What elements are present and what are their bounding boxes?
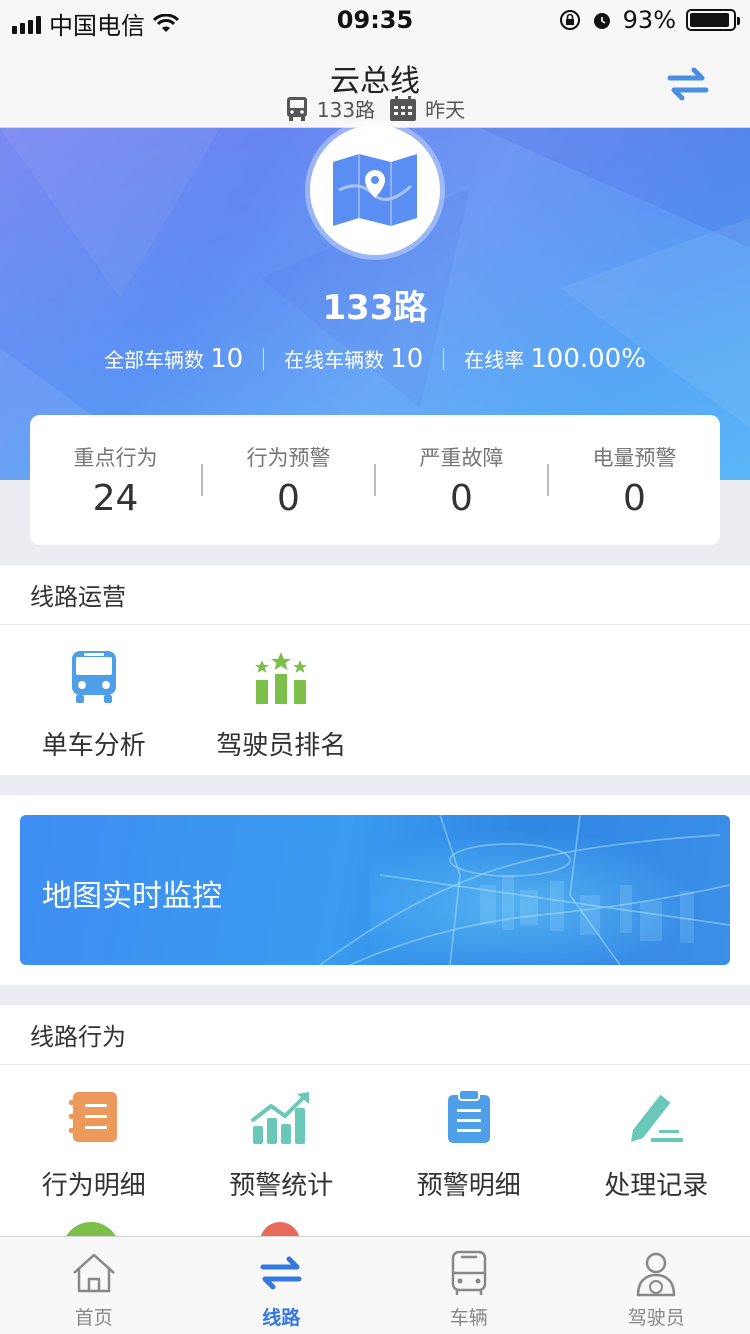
calendar-icon xyxy=(390,95,417,121)
tab-route[interactable]: 线路 xyxy=(188,1237,376,1334)
tab-vehicle[interactable]: 车辆 xyxy=(375,1237,563,1334)
stat-online-rate: 在线率 100.00% xyxy=(444,344,666,374)
bar-chart-icon xyxy=(251,1092,310,1144)
stat-online-vehicles: 在线车辆数 10 xyxy=(264,344,443,374)
summary-value: 0 xyxy=(277,477,300,519)
summary-value: 24 xyxy=(92,477,139,519)
driver-ranking[interactable]: 驾驶员排名 xyxy=(188,625,376,762)
swap-icon xyxy=(260,1256,302,1290)
section-title: 线路运营 xyxy=(0,565,750,625)
stat-total-vehicles: 全部车辆数 10 xyxy=(84,344,263,374)
status-bar: 中国电信 09:35 93% xyxy=(0,0,750,42)
tile-label: 单车分析 xyxy=(41,731,146,761)
summary-behavior-warning[interactable]: 行为预警 0 xyxy=(203,442,374,519)
tab-label: 线路 xyxy=(262,1307,301,1329)
map-icon xyxy=(310,125,440,255)
battery-icon xyxy=(686,9,740,31)
stat-value: 10 xyxy=(210,344,244,374)
rotation-lock-icon xyxy=(559,10,580,30)
tile-label: 行为明细 xyxy=(41,1171,146,1201)
warning-statistics[interactable]: 预警统计 xyxy=(188,1065,376,1202)
summary-severe-fault[interactable]: 严重故障 0 xyxy=(376,442,547,519)
handling-records[interactable]: 处理记录 xyxy=(563,1065,750,1202)
tile-label: 预警明细 xyxy=(416,1171,521,1201)
summary-value: 0 xyxy=(450,477,473,519)
nav-route: 133路 xyxy=(316,98,376,122)
ranking-icon xyxy=(255,652,308,704)
summary-label: 重点行为 xyxy=(73,445,158,470)
alarm-icon xyxy=(593,13,610,29)
stat-label: 全部车辆数 xyxy=(104,348,205,372)
tab-home[interactable]: 首页 xyxy=(0,1237,188,1334)
driver-icon xyxy=(636,1252,676,1297)
tab-label: 首页 xyxy=(74,1307,113,1329)
stat-value: 100.00% xyxy=(530,344,646,374)
tab-bar: 首页 线路 车辆 驾驶员 xyxy=(0,1236,750,1334)
tab-label: 车辆 xyxy=(449,1307,488,1329)
banner-label: 地图实时监控 xyxy=(42,879,222,914)
summary-label: 电量预警 xyxy=(592,445,677,470)
summary-card: 重点行为 24 行为预警 0 严重故障 0 电量预警 0 xyxy=(30,415,720,545)
tile-label: 处理记录 xyxy=(604,1171,709,1201)
bus-icon xyxy=(71,651,116,703)
notebook-icon xyxy=(68,1092,117,1142)
behavior-section: 线路行为 行为明细 预警统计 预警明细 处理记录 xyxy=(0,1005,750,1245)
warning-details[interactable]: 预警明细 xyxy=(375,1065,563,1202)
vehicle-stats: 全部车辆数 10 在线车辆数 10 在线率 100.00% xyxy=(0,344,750,374)
summary-battery-warning[interactable]: 电量预警 0 xyxy=(549,442,720,519)
bus-icon xyxy=(286,96,307,121)
summary-key-behavior[interactable]: 重点行为 24 xyxy=(30,442,201,519)
map-monitor-banner[interactable]: 地图实时监控 xyxy=(20,815,730,965)
summary-label: 行为预警 xyxy=(246,445,331,470)
route-name: 133路 xyxy=(322,288,428,328)
behavior-details[interactable]: 行为明细 xyxy=(0,1065,188,1202)
tile-label: 驾驶员排名 xyxy=(216,731,347,761)
swap-icon[interactable] xyxy=(666,64,710,104)
bus-icon xyxy=(451,1250,486,1295)
nav-bar: 云总线 133路 昨天 xyxy=(0,42,750,128)
pencil-icon xyxy=(631,1093,684,1142)
home-icon xyxy=(72,1253,115,1293)
summary-value: 0 xyxy=(623,477,646,519)
clipboard-icon xyxy=(447,1089,490,1143)
section-title: 线路行为 xyxy=(0,1005,750,1065)
tab-driver[interactable]: 驾驶员 xyxy=(563,1237,750,1334)
operations-section: 线路运营 单车分析 驾驶员排名 xyxy=(0,565,750,775)
battery-percent: 93% xyxy=(622,6,676,34)
nav-subtitle[interactable]: 133路 昨天 xyxy=(0,94,750,123)
single-vehicle-analysis[interactable]: 单车分析 xyxy=(0,625,188,762)
tile-label: 预警统计 xyxy=(229,1171,334,1201)
stat-value: 10 xyxy=(390,344,424,374)
stat-label: 在线车辆数 xyxy=(284,348,385,372)
nav-date: 昨天 xyxy=(425,98,466,122)
stat-label: 在线率 xyxy=(464,348,525,372)
tab-label: 驾驶员 xyxy=(627,1307,685,1329)
summary-label: 严重故障 xyxy=(419,445,504,470)
